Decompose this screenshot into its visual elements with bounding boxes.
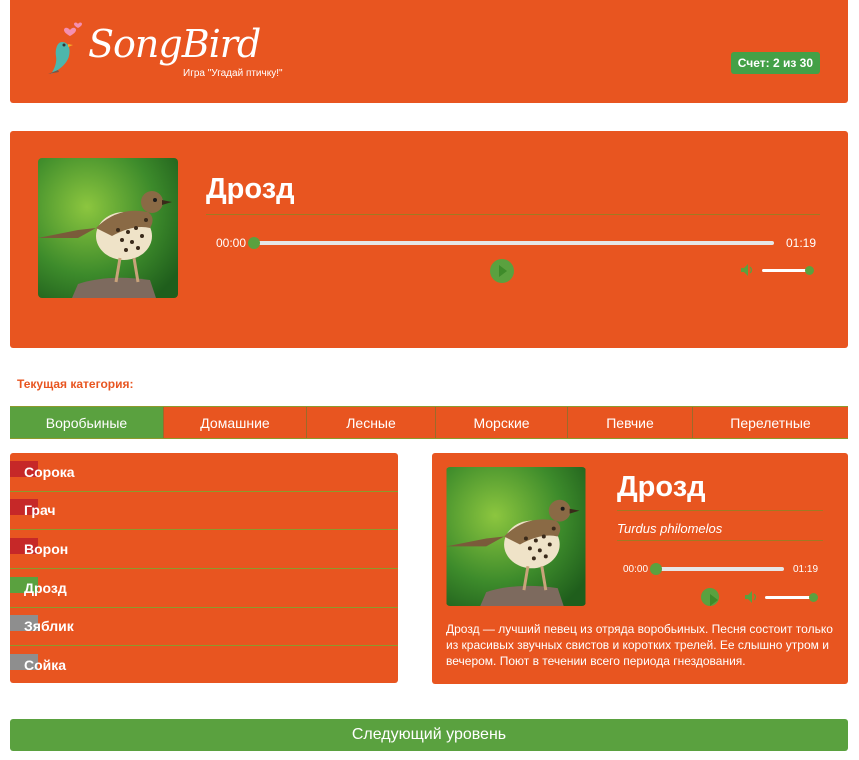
volume-icon[interactable] [745, 591, 759, 603]
volume-track[interactable] [765, 596, 813, 599]
question-title: Дрозд [206, 173, 295, 205]
answer-label: Грач [24, 502, 56, 518]
duration: 01:19 [786, 236, 817, 250]
thrush-photo-icon [38, 158, 178, 298]
bird-info-title: Дрозд [617, 471, 706, 503]
answer-item[interactable]: Ворон [10, 530, 398, 569]
tab-pevchie[interactable]: Певчие [568, 407, 693, 438]
tab-domashnie[interactable]: Домашние [164, 407, 307, 438]
bird-info-card: Дрозд Turdus philomelos 00:00 01:19 Дроз… [432, 453, 848, 684]
tab-morskie[interactable]: Морские [436, 407, 568, 438]
answer-item[interactable]: Дрозд [10, 569, 398, 608]
progress-knob[interactable] [248, 237, 260, 249]
current-time: 00:00 [216, 236, 247, 250]
next-level-button[interactable]: Следующий уровень [10, 719, 848, 751]
answer-label: Сорока [24, 464, 75, 480]
progress-knob[interactable] [650, 563, 662, 575]
thrush-photo-icon [446, 467, 586, 606]
duration: 01:19 [793, 564, 819, 575]
answer-item[interactable]: Сойка [10, 646, 398, 685]
divider [617, 510, 823, 511]
bird-image [38, 158, 178, 298]
bird-info-image [446, 467, 586, 606]
answer-label: Дрозд [24, 580, 67, 596]
divider [617, 540, 823, 541]
tab-lesnye[interactable]: Лесные [307, 407, 436, 438]
answer-item[interactable]: Сорока [10, 453, 398, 492]
progress-track[interactable] [656, 567, 784, 571]
score-badge: Счет: 2 из 30 [730, 52, 820, 74]
question-panel: Дрозд 00:00 01:19 [10, 131, 848, 348]
volume-knob[interactable] [805, 266, 814, 275]
play-button[interactable] [701, 588, 719, 606]
volume-knob[interactable] [809, 593, 818, 602]
volume-track[interactable] [762, 269, 810, 272]
bird-logo-icon [48, 22, 82, 74]
logo-subtitle: Игра "Угадай птичку!" [183, 68, 283, 79]
bird-latin-name: Turdus philomelos [617, 521, 723, 536]
bird-description: Дрозд — лучший певец из отряда воробьины… [446, 622, 833, 668]
answer-label: Ворон [24, 541, 69, 557]
logo-text: SongBird [88, 22, 261, 66]
tab-vorobinye[interactable]: Воробьиные [10, 407, 164, 438]
volume-icon[interactable] [741, 264, 755, 276]
answer-label: Сойка [24, 657, 67, 673]
logo[interactable]: SongBird Игра "Угадай птичку!" [40, 22, 283, 82]
divider [206, 214, 820, 215]
header: SongBird Игра "Угадай птичку!" Счет: 2 и… [10, 0, 848, 103]
answer-item[interactable]: Зяблик [10, 607, 398, 646]
progress-track[interactable] [254, 241, 774, 245]
answer-item[interactable]: Грач [10, 491, 398, 530]
play-button[interactable] [490, 259, 514, 283]
answer-label: Зяблик [24, 618, 74, 634]
category-tabs: Воробьиные Домашние Лесные Морские Певчи… [10, 406, 848, 439]
current-time: 00:00 [623, 564, 649, 575]
category-label: Текущая категория: [17, 377, 134, 391]
tab-pereletnye[interactable]: Перелетные [693, 407, 848, 438]
answers-list: Сорока Грач Ворон Дрозд Зяблик Сойка [10, 453, 398, 683]
